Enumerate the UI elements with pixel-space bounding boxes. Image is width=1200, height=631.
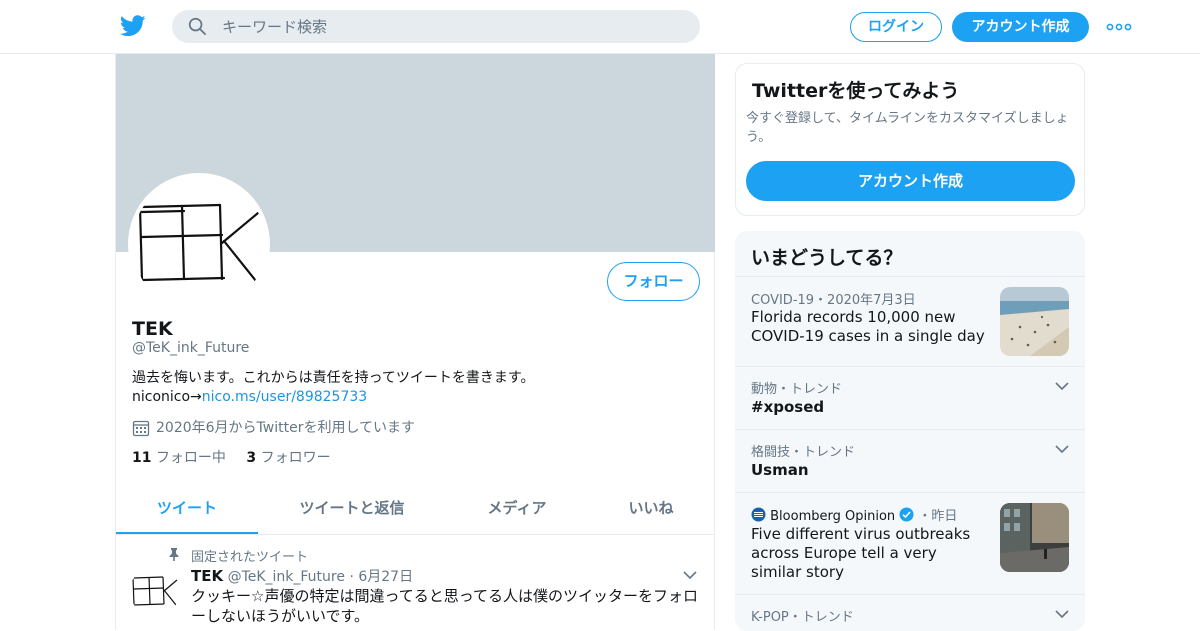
signup-card-button[interactable]: アカウント作成 xyxy=(746,161,1075,201)
more-options-icon[interactable] xyxy=(1106,21,1132,33)
signup-card-title: Twitterを使ってみよう xyxy=(752,80,960,102)
trend-title: Florida records 10,000 new COVID-19 case… xyxy=(751,308,985,345)
follow-button[interactable]: フォロー xyxy=(607,262,700,301)
following-label: フォロー中 xyxy=(155,450,226,466)
followers-label: フォロワー xyxy=(260,450,331,466)
tab-tweets[interactable]: ツイート xyxy=(116,482,258,534)
follow-counts: 11 フォロー中 3 フォロワー xyxy=(132,447,331,467)
search-box[interactable] xyxy=(172,10,700,43)
trend-title: Five different virus outbreaks across Eu… xyxy=(751,525,971,581)
trend-item[interactable]: K-POP・トレンド xyxy=(735,594,1085,631)
trend-title: #xposed xyxy=(751,398,825,416)
tweet-avatar[interactable] xyxy=(130,566,180,616)
bio-prefix: niconico→ xyxy=(132,389,202,405)
join-date: 2020年6月からTwitterを利用しています xyxy=(132,417,415,437)
signup-button[interactable]: アカウント作成 xyxy=(952,12,1089,42)
trends-panel: いまどうしてる？ COVID-19・2020年7月3日 Florida reco… xyxy=(735,231,1085,631)
trend-item[interactable]: 格闘技・トレンド Usman xyxy=(735,429,1085,492)
profile-bio: 過去を悔います。これからは責任を持ってツイートを書きます。 niconico→n… xyxy=(132,369,692,407)
followers-count: 3 xyxy=(246,450,257,466)
bio-line: niconico→nico.ms/user/89825733 xyxy=(132,388,692,407)
pinned-text: 固定されたツイート xyxy=(191,550,309,565)
trend-title: Usman xyxy=(751,461,809,479)
chevron-down-icon[interactable] xyxy=(1055,609,1069,619)
profile-avatar[interactable] xyxy=(128,173,270,315)
profile-handle: @TeK_ink_Future xyxy=(132,340,250,356)
trend-meta: Bloomberg Opinion ・昨日 xyxy=(751,505,957,524)
news-thumbnail-beach xyxy=(1000,287,1069,356)
chevron-down-icon[interactable] xyxy=(1055,381,1069,391)
pinned-label: 固定されたツイート xyxy=(168,546,308,565)
profile-column: フォロー TEK @TeK_ink_Future 過去を悔います。これからは責任… xyxy=(115,54,715,630)
followers-link[interactable]: 3 フォロワー xyxy=(246,450,330,466)
trend-item[interactable]: COVID-19・2020年7月3日 Florida records 10,00… xyxy=(735,276,1085,366)
signup-card-description: 今すぐ登録して、タイムラインをカスタマイズしましょう。 xyxy=(746,111,1069,145)
trend-meta: 動物・トレンド xyxy=(751,382,843,397)
login-button[interactable]: ログイン xyxy=(850,12,942,42)
trend-item[interactable]: Bloomberg Opinion ・昨日 Five different vir… xyxy=(735,492,1085,594)
trend-item[interactable]: 動物・トレンド #xposed xyxy=(735,366,1085,429)
trend-meta: COVID-19・2020年7月3日 xyxy=(751,293,916,308)
chevron-down-icon[interactable] xyxy=(683,570,697,580)
news-thumbnail-street xyxy=(1000,503,1069,572)
bloomberg-logo-icon xyxy=(751,507,766,522)
tweet-header: TEK @TeK_ink_Future · 6月27日 xyxy=(191,566,413,586)
trend-meta: 格闘技・トレンド xyxy=(751,445,856,460)
calendar-icon xyxy=(132,420,150,437)
tab-media[interactable]: メディア xyxy=(456,482,578,534)
signup-card: Twitterを使ってみよう 今すぐ登録して、タイムラインをカスタマイズしましょ… xyxy=(735,63,1085,216)
top-navigation-bar: ログイン アカウント作成 xyxy=(0,0,1200,54)
following-link[interactable]: 11 フォロー中 xyxy=(132,450,226,466)
join-date-text: 2020年6月からTwitterを利用しています xyxy=(156,420,416,436)
news-time: ・昨日 xyxy=(918,509,958,524)
tab-tweets-and-replies[interactable]: ツイートと返信 xyxy=(276,482,428,534)
separator-dot: · xyxy=(349,569,354,585)
search-icon xyxy=(188,17,206,35)
profile-name: TEK xyxy=(132,318,173,340)
news-source: Bloomberg Opinion xyxy=(770,509,896,524)
profile-tabs: ツイート ツイートと返信 メディア いいね xyxy=(116,482,715,535)
following-count: 11 xyxy=(132,450,152,466)
avatar-drawing xyxy=(138,203,260,283)
tweet-handle: @TeK_ink_Future xyxy=(227,569,345,585)
verified-badge-icon xyxy=(899,507,914,522)
tweet-date[interactable]: 6月27日 xyxy=(358,569,413,585)
tweet-author[interactable]: TEK xyxy=(191,567,223,585)
pinned-tweet[interactable]: 固定されたツイート TEK @TeK_ink_Future · 6月27日 クッ… xyxy=(116,536,715,630)
twitter-bird-icon[interactable] xyxy=(120,14,146,38)
trends-title: いまどうしてる？ xyxy=(751,247,903,269)
tab-likes[interactable]: いいね xyxy=(596,482,706,534)
tweet-text: クッキー☆声優の特定は間違ってると思ってる人は僕のツイッターをフォローしないほう… xyxy=(191,587,698,625)
bio-line: 過去を悔います。これからは責任を持ってツイートを書きます。 xyxy=(132,370,535,386)
chevron-down-icon[interactable] xyxy=(1055,444,1069,454)
pin-icon xyxy=(169,548,179,561)
avatar-drawing xyxy=(132,576,178,606)
bio-link[interactable]: nico.ms/user/89825733 xyxy=(202,389,367,405)
trend-meta: K-POP・トレンド xyxy=(751,610,854,625)
search-input[interactable] xyxy=(222,10,682,43)
